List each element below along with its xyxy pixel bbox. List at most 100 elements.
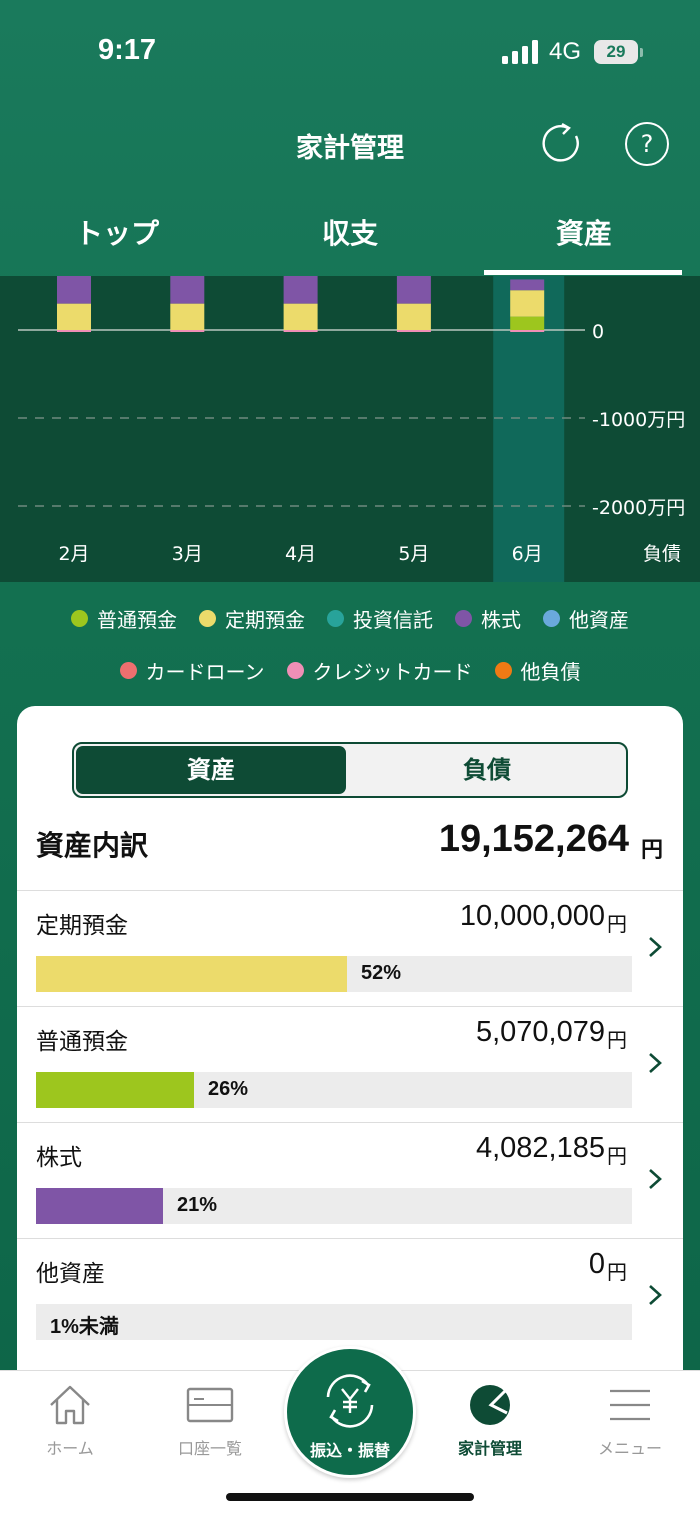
bar-segment bbox=[396, 330, 431, 332]
home-icon bbox=[50, 1385, 90, 1425]
legend-dot bbox=[71, 610, 88, 627]
transfer-label: 振込・振替 bbox=[309, 1441, 390, 1460]
segment-assets[interactable]: 資産 bbox=[76, 746, 346, 794]
share-percent: 21% bbox=[177, 1194, 218, 1216]
battery-tip bbox=[640, 48, 643, 57]
active-tab-indicator bbox=[484, 270, 682, 275]
chevron-right-icon bbox=[649, 1169, 662, 1189]
asset-unit: 円 bbox=[607, 912, 627, 936]
bar-segment bbox=[57, 303, 91, 330]
legend-dot bbox=[119, 662, 137, 679]
nav-home[interactable]: ホーム bbox=[10, 1383, 130, 1459]
bar-segment bbox=[510, 279, 545, 291]
segment-liabilities[interactable]: 負債 bbox=[350, 746, 624, 794]
legend-item: 株式 bbox=[455, 604, 521, 633]
nav-menu-label: メニュー bbox=[597, 1439, 662, 1458]
status-time: 9:17 bbox=[98, 34, 157, 66]
home-indicator bbox=[226, 1493, 474, 1501]
asset-name: 定期預金 bbox=[36, 913, 128, 939]
x-tick-label: 2月 bbox=[58, 543, 89, 565]
y-tick-label: -2000万円 bbox=[592, 497, 685, 519]
legend-item: 投資信託 bbox=[327, 604, 433, 633]
legend-label: 普通預金 bbox=[97, 608, 177, 632]
share-bar-fill bbox=[36, 956, 347, 992]
divider bbox=[17, 1238, 683, 1239]
bar-segment bbox=[57, 330, 91, 332]
transfer-button[interactable]: 振込・振替 bbox=[284, 1346, 416, 1478]
legend-dot bbox=[543, 610, 560, 627]
legend-label: 他負債 bbox=[520, 660, 581, 684]
bar-segment bbox=[510, 290, 545, 317]
asset-amount: 0 bbox=[588, 1248, 605, 1280]
asset-row-stocks[interactable]: 株式 4,082,185 円 21% bbox=[17, 1124, 683, 1239]
page-title: 家計管理 bbox=[296, 133, 404, 164]
divider bbox=[17, 890, 683, 891]
asset-liability-toggle: 資産 負債 bbox=[72, 742, 628, 798]
nav-accounts-label: 口座一覧 bbox=[177, 1439, 242, 1458]
share-bar: 21% bbox=[36, 1188, 632, 1224]
asset-amount: 4,082,185 bbox=[475, 1132, 605, 1164]
bar-segment bbox=[170, 303, 205, 330]
network-type: 4G bbox=[549, 38, 582, 65]
tab-top[interactable]: トップ bbox=[17, 212, 217, 252]
yen-transfer-icon bbox=[326, 1374, 374, 1428]
asset-chart[interactable]: 0 -1000万円 -2000万円 2月 3月 4月 5月 6月 負債 bbox=[0, 276, 700, 582]
bar-segment bbox=[283, 276, 318, 304]
legend-dot bbox=[455, 610, 472, 627]
legend-item: カードローン bbox=[119, 656, 265, 685]
asset-row-other-assets[interactable]: 他資産 0 円 1%未満 bbox=[17, 1240, 683, 1355]
bar-segment bbox=[396, 276, 431, 304]
card-icon bbox=[186, 1387, 234, 1423]
share-percent: 1%未満 bbox=[50, 1316, 119, 1338]
y-tick-label: 0 bbox=[592, 321, 604, 343]
share-bar-fill bbox=[36, 1072, 194, 1108]
x-tick-label: 5月 bbox=[398, 543, 429, 565]
legend-label: クレジットカード bbox=[312, 660, 473, 684]
divider bbox=[17, 1122, 683, 1123]
asset-name: 株式 bbox=[36, 1145, 82, 1171]
bar-segment bbox=[170, 330, 205, 332]
share-bar: 26% bbox=[36, 1072, 632, 1108]
asset-unit: 円 bbox=[607, 1028, 627, 1052]
x-tick-label: 3月 bbox=[172, 543, 203, 565]
asset-unit: 円 bbox=[607, 1144, 627, 1168]
nav-budget[interactable]: 家計管理 bbox=[430, 1383, 550, 1459]
asset-row-ordinary-deposit[interactable]: 普通預金 5,070,079 円 26% bbox=[17, 1008, 683, 1123]
bar-segment bbox=[170, 276, 205, 304]
liability-axis-label: 負債 bbox=[643, 543, 681, 565]
nav-accounts[interactable]: 口座一覧 bbox=[150, 1383, 270, 1459]
nav-home-label: ホーム bbox=[46, 1439, 94, 1458]
x-tick-label: 4月 bbox=[285, 543, 316, 565]
legend-dot bbox=[494, 662, 512, 679]
tab-balance[interactable]: 収支 bbox=[250, 212, 450, 252]
signal-icon bbox=[502, 40, 538, 64]
legend-item: 定期預金 bbox=[199, 604, 305, 633]
legend-item: クレジットカード bbox=[286, 656, 473, 685]
tab-assets[interactable]: 資産 bbox=[484, 212, 684, 252]
tab-bar: トップ 収支 資産 bbox=[0, 200, 700, 276]
asset-unit: 円 bbox=[607, 1260, 627, 1284]
help-icon[interactable]: ? bbox=[625, 122, 669, 166]
bar-segment bbox=[57, 276, 91, 304]
legend-dot bbox=[199, 610, 216, 627]
chart-canvas: 0 -1000万円 -2000万円 2月 3月 4月 5月 6月 負債 bbox=[18, 276, 685, 582]
share-bar-fill bbox=[36, 1188, 163, 1224]
bar-segment bbox=[510, 316, 545, 330]
divider bbox=[17, 1006, 683, 1007]
share-bar: 1%未満 bbox=[36, 1304, 632, 1340]
nav-menu[interactable]: メニュー bbox=[570, 1383, 690, 1459]
asset-name: 他資産 bbox=[36, 1261, 105, 1287]
legend-item: 他資産 bbox=[543, 604, 629, 633]
asset-name: 普通預金 bbox=[36, 1029, 128, 1055]
y-tick-label: -1000万円 bbox=[592, 409, 685, 431]
bar-segment bbox=[283, 330, 318, 332]
share-percent: 52% bbox=[361, 962, 402, 984]
chevron-right-icon bbox=[649, 1053, 662, 1073]
legend-item: 他負債 bbox=[494, 656, 581, 685]
status-bar: 9:17 4G 29 bbox=[0, 0, 700, 100]
refresh-icon[interactable] bbox=[538, 122, 582, 166]
legend-label: カードローン bbox=[145, 660, 265, 684]
asset-row-time-deposit[interactable]: 定期預金 10,000,000 円 52% bbox=[17, 892, 683, 1007]
breakdown-title: 資産内訳 bbox=[36, 829, 149, 862]
legend-item: 普通預金 bbox=[71, 604, 177, 633]
